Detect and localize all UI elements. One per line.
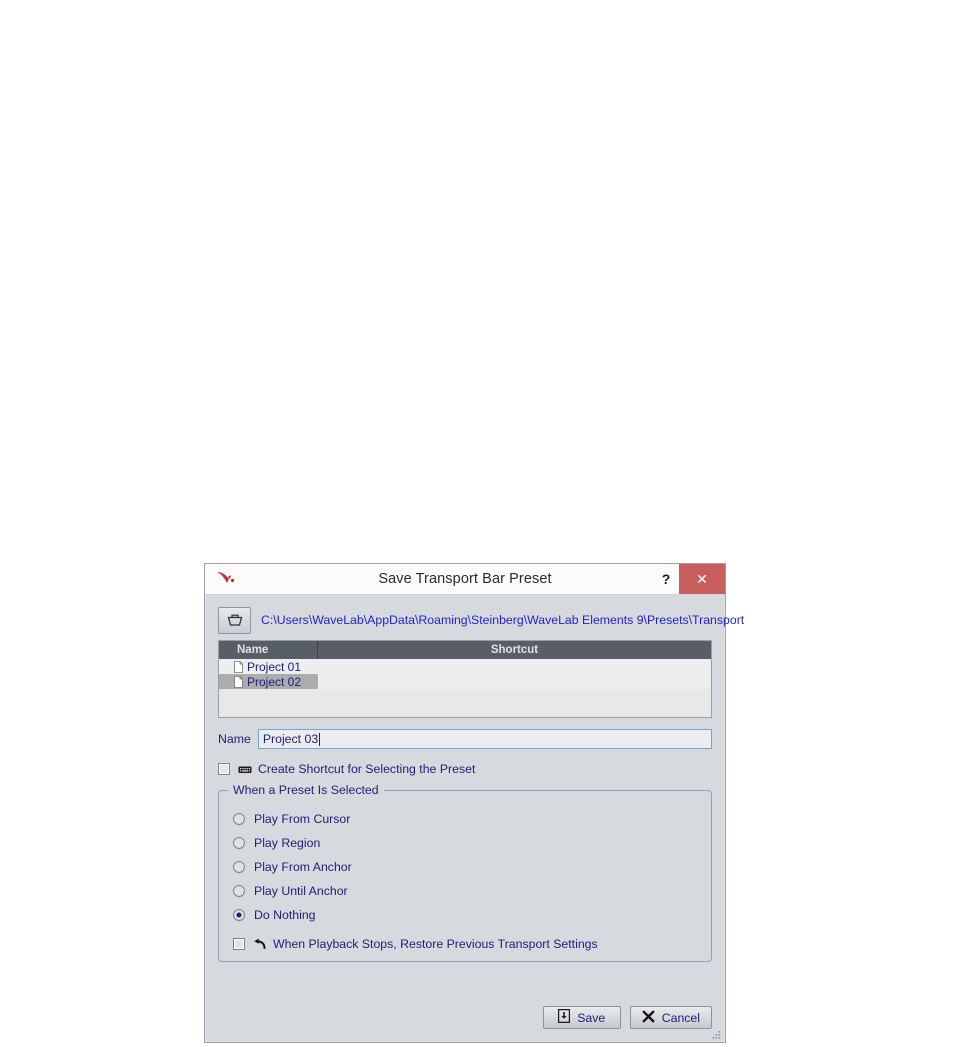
save-button-label: Save: [577, 1010, 606, 1025]
document-icon: [234, 675, 243, 688]
radio-play-from-anchor[interactable]: Play From Anchor: [219, 855, 711, 879]
preset-list-rows: Project 01 Project 02: [219, 659, 711, 689]
radio-label: Do Nothing: [254, 908, 316, 922]
radio-play-until-anchor[interactable]: Play Until Anchor: [219, 879, 711, 903]
path-row: C:\Users\WaveLab\AppData\Roaming\Steinbe…: [218, 606, 744, 634]
preset-folder-path[interactable]: C:\Users\WaveLab\AppData\Roaming\Steinbe…: [261, 613, 744, 627]
create-shortcut-checkbox[interactable]: [218, 763, 230, 775]
dialog-body: C:\Users\WaveLab\AppData\Roaming\Steinbe…: [205, 595, 744, 1042]
undo-icon: [253, 938, 267, 950]
close-button[interactable]: ✕: [679, 564, 725, 594]
cancel-button-label: Cancel: [661, 1010, 700, 1025]
preset-list[interactable]: Name Shortcut Project 01 Project 02: [218, 640, 712, 718]
preset-list-header: Name Shortcut: [219, 641, 711, 659]
wavelab-logo-icon: [212, 568, 238, 590]
radio-button[interactable]: [233, 909, 245, 921]
radio-button[interactable]: [233, 861, 245, 873]
radio-play-from-cursor[interactable]: Play From Cursor: [219, 807, 711, 831]
radio-label: Play From Cursor: [254, 812, 351, 826]
column-header-shortcut[interactable]: Shortcut: [318, 641, 711, 659]
radio-label: Play Region: [254, 836, 321, 850]
name-label: Name: [218, 732, 251, 746]
text-caret: [319, 732, 321, 746]
column-header-name[interactable]: Name: [219, 641, 318, 659]
radio-do-nothing[interactable]: Do Nothing: [219, 903, 711, 927]
document-icon: [234, 660, 243, 673]
save-button[interactable]: Save: [542, 1006, 621, 1029]
radio-label: Play Until Anchor: [254, 884, 348, 898]
resize-grip-icon[interactable]: [710, 1027, 722, 1039]
cancel-button[interactable]: Cancel: [629, 1006, 712, 1029]
group-title: When a Preset Is Selected: [228, 783, 384, 797]
restore-transport-checkbox[interactable]: [233, 938, 245, 950]
preset-name: Project 01: [247, 659, 302, 674]
dialog-title: Save Transport Bar Preset: [378, 571, 552, 587]
save-icon: [558, 1009, 571, 1026]
titlebar-controls: ? ✕: [653, 564, 725, 594]
close-x-icon: [642, 1010, 655, 1026]
radio-label: Play From Anchor: [254, 860, 352, 874]
help-button[interactable]: ?: [653, 564, 679, 594]
row-name-cell: Project 02: [219, 674, 318, 689]
create-shortcut-row[interactable]: Create Shortcut for Selecting the Preset: [218, 762, 712, 776]
when-preset-selected-group: When a Preset Is Selected Play From Curs…: [218, 783, 712, 962]
radio-play-region[interactable]: Play Region: [219, 831, 711, 855]
restore-transport-settings-row[interactable]: When Playback Stops, Restore Previous Tr…: [219, 937, 711, 951]
radio-button[interactable]: [233, 837, 245, 849]
table-row[interactable]: Project 01: [219, 659, 711, 674]
radio-button[interactable]: [233, 885, 245, 897]
name-input-value: Project 03: [262, 732, 319, 746]
radio-button[interactable]: [233, 813, 245, 825]
row-name-cell: Project 01: [219, 659, 318, 674]
folder-icon[interactable]: [218, 606, 251, 634]
preset-name: Project 02: [247, 674, 302, 689]
create-shortcut-label: Create Shortcut for Selecting the Preset: [258, 762, 476, 776]
restore-transport-label: When Playback Stops, Restore Previous Tr…: [273, 937, 598, 951]
save-transport-bar-preset-dialog: Save Transport Bar Preset ? ✕ C:\Users\W…: [204, 563, 744, 1043]
table-row[interactable]: Project 02: [219, 674, 711, 689]
dialog-titlebar: Save Transport Bar Preset ? ✕: [205, 564, 725, 595]
name-row: Name Project 03: [218, 729, 712, 749]
keyboard-icon: [238, 765, 252, 774]
dialog-footer: Save Cancel: [542, 1006, 712, 1029]
name-input[interactable]: Project 03: [257, 729, 712, 749]
